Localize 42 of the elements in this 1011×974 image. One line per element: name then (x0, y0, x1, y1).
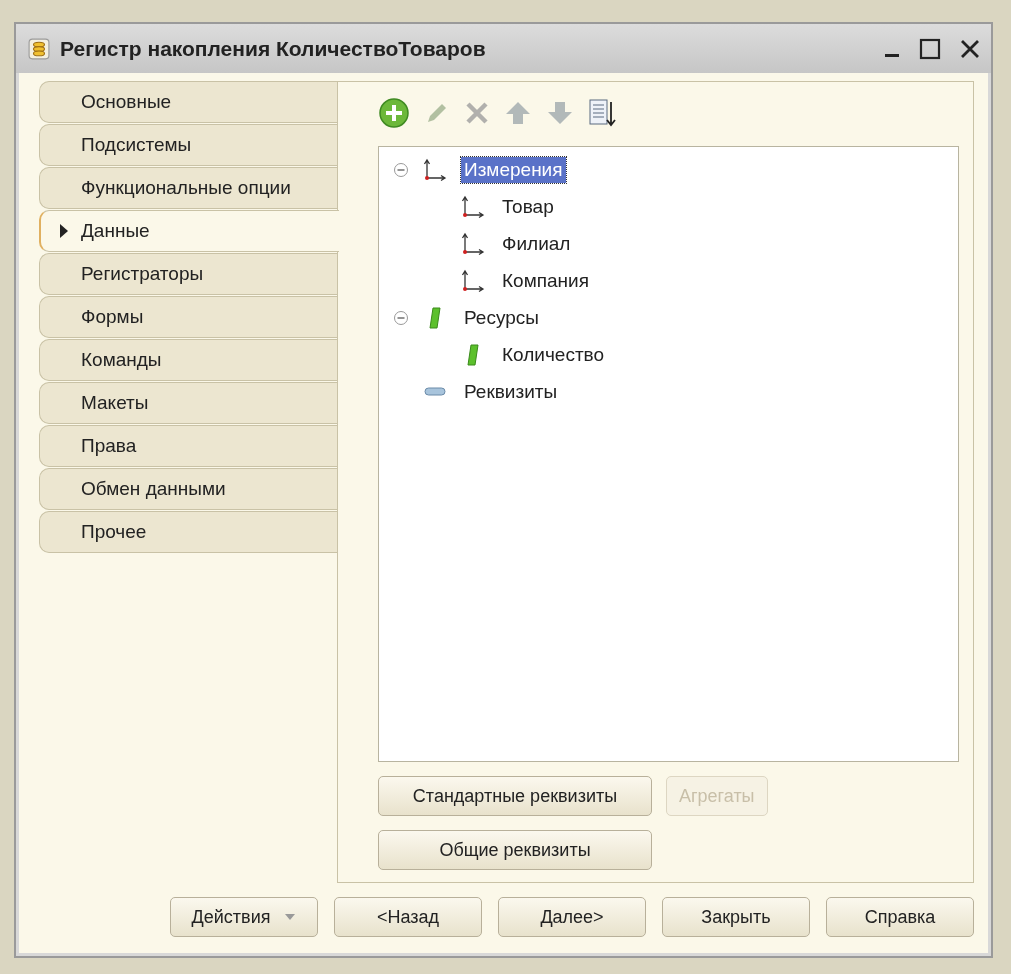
window-title: Регистр накопления КоличествоТоваров (60, 36, 487, 61)
leaf-icon (428, 305, 442, 330)
tree-item[interactable]: Товар (499, 193, 557, 220)
footer-button[interactable]: Далее> (498, 897, 646, 937)
actions-dropdown[interactable]: Действия (170, 897, 318, 937)
sidebar-tab[interactable]: Формы (39, 296, 337, 338)
add-icon[interactable] (378, 97, 410, 129)
axes-icon (422, 157, 448, 182)
panel-button[interactable]: Стандартные реквизиты (378, 776, 652, 816)
tree-item[interactable]: Измерения (461, 156, 566, 183)
collapse-icon[interactable] (393, 161, 409, 178)
sidebar-tab[interactable]: Обмен данными (39, 468, 337, 510)
axes-icon (460, 231, 486, 256)
sidebar-tab[interactable]: Команды (39, 339, 337, 381)
tree-item[interactable]: Филиал (499, 230, 574, 257)
coins-icon (28, 37, 50, 60)
triangle-icon (59, 223, 69, 239)
sidebar-tab[interactable]: Данные (39, 210, 339, 252)
sidebar-tab[interactable]: Права (39, 425, 337, 467)
sidebar-tab[interactable]: Регистраторы (39, 253, 337, 295)
footer-button[interactable]: Справка (826, 897, 974, 937)
leaf-icon (466, 342, 480, 367)
close-icon[interactable] (959, 37, 981, 60)
tree-item[interactable]: Реквизиты (461, 378, 561, 405)
sidebar-tab[interactable]: Основные (39, 81, 337, 123)
tree-item[interactable]: Ресурсы (461, 304, 542, 331)
sidebar-tab[interactable]: Макеты (39, 382, 337, 424)
caret-icon (284, 913, 297, 921)
sidebar-tab[interactable]: Подсистемы (39, 124, 337, 166)
list-sort-icon[interactable] (588, 98, 616, 128)
maximize-icon[interactable] (919, 37, 941, 60)
tree-item[interactable]: Количество (499, 341, 608, 368)
sidebar-tab[interactable]: Прочее (39, 511, 337, 553)
panel-button[interactable]: Общие реквизиты (378, 830, 652, 870)
footer-button[interactable]: Закрыть (662, 897, 810, 937)
bar-icon (424, 386, 446, 397)
collapse-icon[interactable] (393, 309, 409, 326)
axes-icon (460, 268, 486, 293)
sidebar-tab[interactable]: Функциональные опции (39, 167, 337, 209)
footer-button[interactable]: <Назад (334, 897, 482, 937)
axes-icon (460, 194, 486, 219)
tree-item[interactable]: Компания (499, 267, 592, 294)
